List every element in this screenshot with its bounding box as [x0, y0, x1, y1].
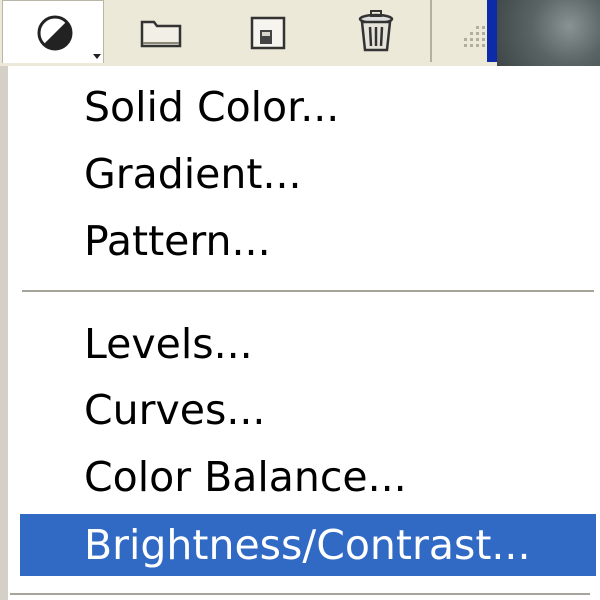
menu-item-curves[interactable]: Curves...: [20, 379, 596, 441]
panel-edge: [487, 0, 497, 62]
menu-separator: [22, 290, 594, 293]
new-group-button[interactable]: [118, 0, 210, 62]
menu-item-levels[interactable]: Levels...: [20, 313, 596, 375]
half-circle-icon: [37, 15, 101, 59]
menu-item-brightness-contrast[interactable]: Brightness/Contrast...: [20, 514, 596, 576]
menu-item-pattern[interactable]: Pattern...: [20, 210, 596, 272]
menu-item-label: Levels...: [84, 320, 253, 368]
trash-icon: [358, 10, 394, 52]
delete-layer-button[interactable]: [330, 0, 422, 62]
folder-icon: [140, 20, 182, 48]
menu-separator: [10, 593, 590, 595]
menu-item-gradient[interactable]: Gradient...: [20, 143, 596, 205]
menu-item-color-balance[interactable]: Color Balance...: [20, 446, 596, 508]
adjustment-layer-button[interactable]: [2, 0, 104, 63]
new-layer-icon: [250, 16, 286, 50]
menu-item-solid-color[interactable]: Solid Color...: [20, 76, 596, 138]
new-layer-button[interactable]: [224, 0, 316, 62]
dropdown-arrow-icon: [93, 54, 101, 59]
new-adjustment-layer-menu: Solid Color... Gradient... Pattern... Le…: [0, 66, 600, 600]
menu-item-label: Pattern...: [84, 217, 271, 265]
menu-item-label: Solid Color...: [84, 83, 340, 131]
menu-item-label: Brightness/Contrast...: [84, 521, 531, 569]
layers-toolbar: [0, 0, 600, 67]
menu-item-label: Color Balance...: [84, 453, 407, 501]
toolbar-divider: [430, 0, 432, 62]
canvas-image: [497, 0, 600, 66]
menu-item-label: Curves...: [84, 386, 266, 434]
menu-item-label: Gradient...: [84, 150, 302, 198]
resize-grip-icon[interactable]: [434, 0, 494, 62]
